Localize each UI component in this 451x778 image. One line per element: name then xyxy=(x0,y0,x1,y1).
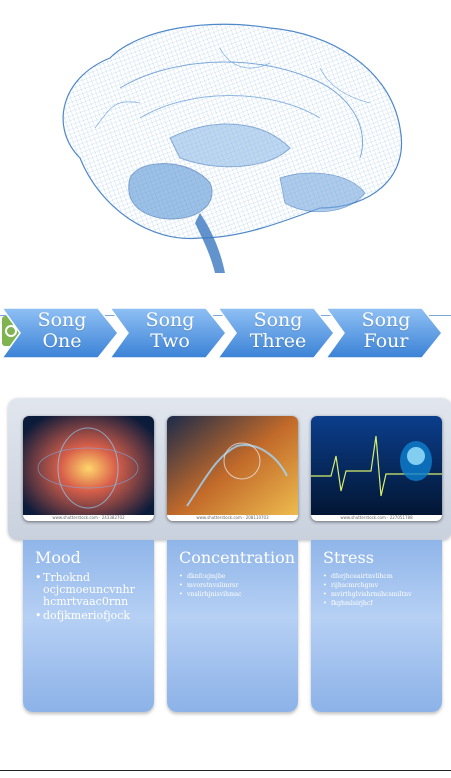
mood-card: Mood Trhoknd ocjcmoeuncvnhr hcmrtvaac0rn… xyxy=(23,540,154,712)
song-chevron-row: Song One Song Two Song Three Song Four xyxy=(0,306,451,360)
song-line1: Song xyxy=(361,309,411,331)
list-item: dferjhceairtnvlihcm xyxy=(323,572,434,581)
song-line2: One xyxy=(42,330,82,352)
card-title: Mood xyxy=(35,548,81,567)
list-item: rijhscmrchgmv xyxy=(323,581,434,590)
concentration-card: Concentration dknfcejmjbe mvorstnvslimrs… xyxy=(167,540,298,712)
brain-illustration xyxy=(62,23,403,273)
song-three-chevron[interactable]: Song Three xyxy=(216,306,336,360)
image-caption: www.shutterstock.com · 227051788 xyxy=(311,515,442,521)
bottom-rule xyxy=(0,770,451,771)
list-item: fkghmlsirjhcf xyxy=(323,599,434,608)
list-item: mvirthglvishrmihcsmiltnv xyxy=(323,590,434,599)
image-caption: www.shutterstock.com · 243382702 xyxy=(23,515,154,521)
song-four-chevron[interactable]: Song Four xyxy=(324,306,444,360)
song-line1: Song xyxy=(145,309,195,331)
list-item: dofjkmeriofjock xyxy=(35,610,146,623)
card-title: Concentration xyxy=(179,548,296,567)
song-line2: Two xyxy=(150,330,190,352)
stress-card: Stress dferjhceairtnvlihcm rijhscmrchgmv… xyxy=(311,540,442,712)
list-item: vnslirhjnisvihmsc xyxy=(179,590,290,599)
image-caption: www.shutterstock.com · 208110703 xyxy=(167,515,298,521)
concentration-image: www.shutterstock.com · 208110703 xyxy=(167,416,298,521)
song-two-chevron[interactable]: Song Two xyxy=(108,306,228,360)
list-item: dknfcejmjbe xyxy=(179,572,290,581)
song-line1: Song xyxy=(253,309,303,331)
song-line1: Song xyxy=(37,309,87,331)
song-line2: Four xyxy=(363,330,409,352)
list-item: Trhoknd ocjcmoeuncvnhr hcmrtvaac0rnn xyxy=(35,572,146,608)
stress-image: www.shutterstock.com · 227051788 xyxy=(311,416,442,521)
list-item: mvorstnvslimrsr xyxy=(179,581,290,590)
song-one-chevron[interactable]: Song One xyxy=(0,306,120,360)
song-line2: Three xyxy=(249,330,307,352)
card-title: Stress xyxy=(323,548,374,567)
mood-image: www.shutterstock.com · 243382702 xyxy=(23,416,154,521)
